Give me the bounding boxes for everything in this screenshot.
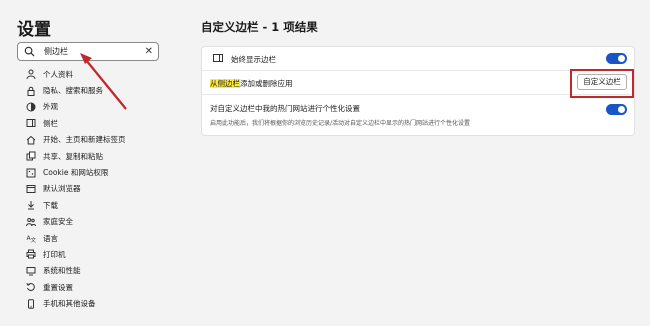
annotation-arrow — [80, 53, 127, 110]
